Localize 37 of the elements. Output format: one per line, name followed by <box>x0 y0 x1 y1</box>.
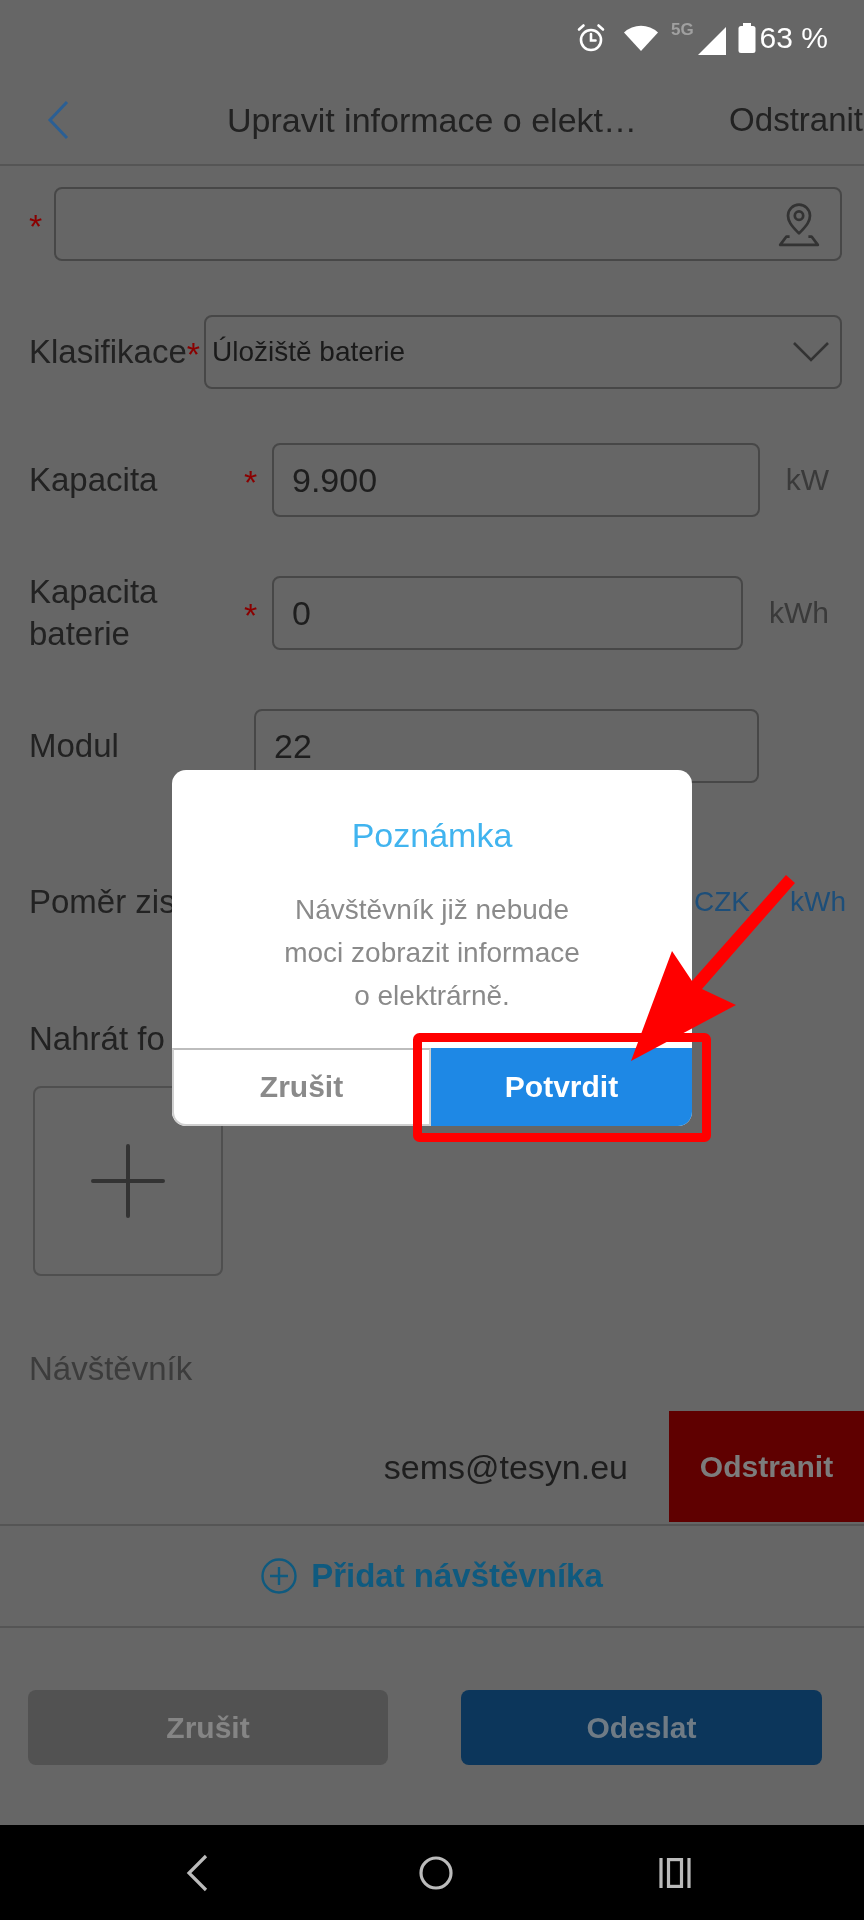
home-icon[interactable] <box>418 1855 453 1890</box>
recent-apps-icon[interactable] <box>658 1857 691 1888</box>
chevron-down-icon <box>792 341 830 363</box>
unit-link[interactable]: kWh <box>790 886 846 918</box>
input-field[interactable]: 9.900 <box>272 443 760 517</box>
field-label: Nahrát fo <box>29 1019 165 1059</box>
visitor-email: sems@tesyn.eu <box>383 1448 628 1487</box>
network-label: 5G <box>670 20 694 40</box>
required-asterisk: * <box>186 337 200 367</box>
required-asterisk: * <box>244 465 259 495</box>
dialog-cancel-button[interactable]: Zrušit <box>172 1048 431 1126</box>
location-field[interactable] <box>54 187 842 261</box>
required-asterisk: * <box>244 598 259 628</box>
circle-plus-icon <box>261 1558 298 1594</box>
required-asterisk: * <box>29 209 44 239</box>
unit-link[interactable]: CZK <box>694 886 750 918</box>
page-title: Upravit informace o elekt… <box>226 100 637 140</box>
wifi-icon <box>622 24 659 52</box>
submit-button[interactable]: Odeslat <box>461 1690 822 1765</box>
plus-icon <box>91 1144 165 1218</box>
back-icon[interactable] <box>185 1853 208 1892</box>
dropdown-field[interactable]: Úložiště baterie <box>203 315 842 389</box>
field-label: Modul <box>29 726 120 766</box>
battery-percent: 63 % <box>759 21 828 55</box>
battery-icon <box>737 23 756 53</box>
remove-button[interactable]: Odstranit <box>669 1411 864 1522</box>
field-label: Kapacita <box>29 460 159 500</box>
input-field[interactable]: 0 <box>272 576 743 650</box>
back-icon <box>47 100 69 140</box>
field-label: Klasifikace <box>29 332 187 372</box>
dialog-title: Poznámka <box>351 815 513 855</box>
alarm-icon <box>575 23 606 53</box>
field-label: Kapacita baterie <box>29 572 159 654</box>
confirm-button[interactable]: Potvrdit <box>431 1048 692 1126</box>
dialog-message: Návštěvník již nebude moci zobrazit informace o elektrárně. <box>283 893 581 1013</box>
delete-link[interactable]: Odstranit <box>729 101 864 139</box>
signal-icon <box>697 27 726 55</box>
